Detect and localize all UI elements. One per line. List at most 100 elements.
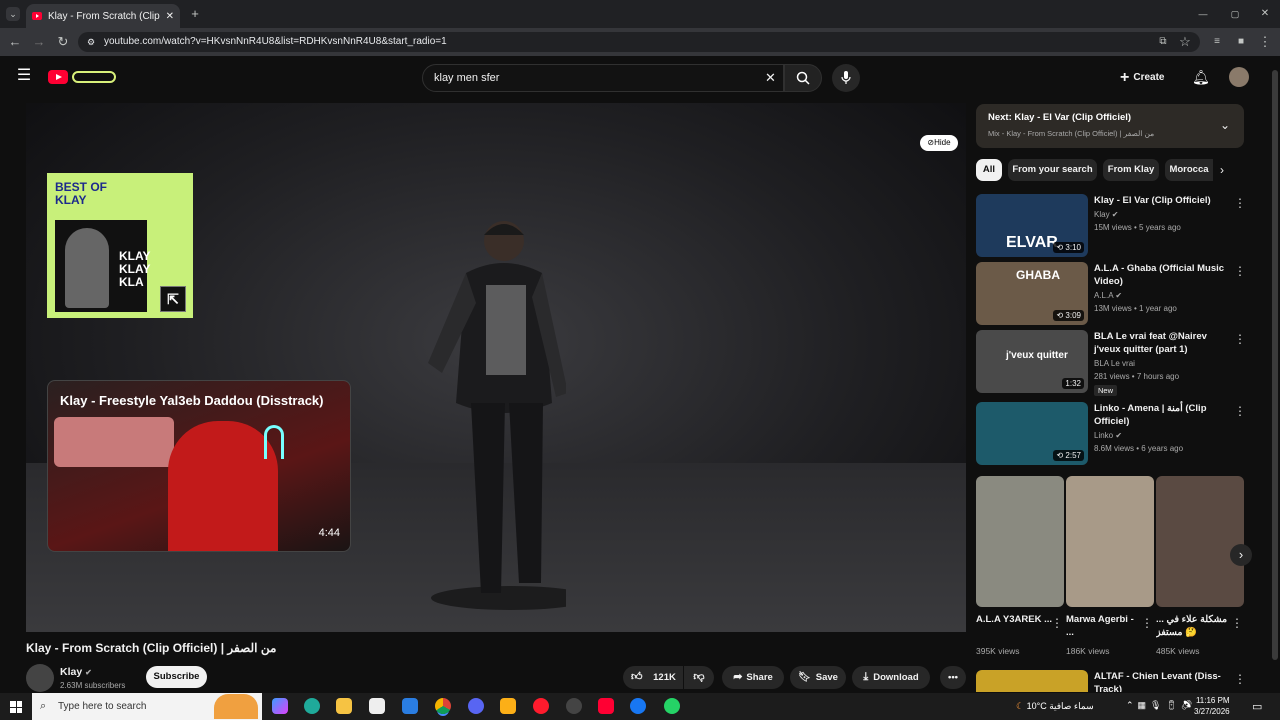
youtube-logo[interactable] xyxy=(48,69,116,85)
edge-icon[interactable] xyxy=(304,698,320,714)
subscribe-button[interactable]: Subscribe xyxy=(146,666,207,688)
more-vert-icon[interactable]: ⋮ xyxy=(1234,332,1246,346)
store-icon[interactable] xyxy=(369,698,385,714)
clear-search-icon[interactable]: ✕ xyxy=(765,65,776,91)
list-item[interactable]: ALTAF - Chien Levant (Diss-Track) ⋮ xyxy=(976,670,1244,692)
save-button[interactable]: 🔖︎ Save xyxy=(790,666,846,689)
reload-icon[interactable]: ↻ xyxy=(56,35,70,49)
channel-avatar[interactable] xyxy=(26,664,54,692)
reading-list-icon[interactable]: ≡ xyxy=(1210,35,1224,49)
voice-search-button[interactable] xyxy=(832,64,860,92)
hide-cards-button[interactable]: ⊘Hide xyxy=(920,135,958,151)
taskbar-search[interactable]: ⌕ Type here to search xyxy=(32,693,262,720)
facebook-icon[interactable] xyxy=(630,698,646,714)
dislike-button[interactable]: 👎︎ xyxy=(684,666,714,689)
install-icon[interactable]: ⧉ xyxy=(1156,35,1170,49)
channel-name[interactable]: Klay ✔ xyxy=(60,666,92,678)
rec-thumbnail-text: GHABA xyxy=(1016,268,1060,282)
hamburger-menu-icon[interactable]: ☰ xyxy=(16,68,32,84)
like-count: 121K xyxy=(653,672,676,683)
discord-icon[interactable] xyxy=(468,698,484,714)
browser-tab[interactable]: Klay - From Scratch (Clip Officie ✕ xyxy=(26,4,180,28)
short-title: A.L.A Y3AREK ... xyxy=(976,614,1052,625)
new-badge: New xyxy=(1094,385,1118,396)
chevron-down-icon[interactable]: ⌄ xyxy=(1220,118,1230,132)
more-vert-icon[interactable]: ⋮ xyxy=(1141,616,1153,630)
rec-thumbnail: GHABA ⟲ 3:09 xyxy=(976,262,1088,325)
tab-list-icon[interactable]: ⌄ xyxy=(6,7,20,21)
list-item[interactable]: ⟲ 2:57 Linko - Amena | أمنة (Clip Offici… xyxy=(976,402,1246,466)
more-vert-icon[interactable]: ⋮ xyxy=(1234,264,1246,278)
list-item[interactable]: j'veux quitter 1:32 BLA Le vrai feat @Na… xyxy=(976,330,1246,396)
video-player[interactable]: ⊘Hide BEST OF KLAY KLAY KLAY KLA ⇱ Klay -… xyxy=(26,103,966,632)
whatsapp-icon[interactable] xyxy=(664,698,680,714)
more-vert-icon[interactable]: ⋮ xyxy=(1234,196,1246,210)
page-scrollbar[interactable] xyxy=(1272,70,1278,660)
notification-center-icon[interactable]: ▭ xyxy=(1252,700,1262,713)
weather-text: 10°C سماء صافية xyxy=(1026,701,1094,711)
shorts-next-arrow-icon[interactable]: › xyxy=(1230,544,1252,566)
end-card-title: Klay - Freestyle Yal3eb Daddou (Disstrac… xyxy=(60,393,324,408)
file-explorer-icon[interactable] xyxy=(336,698,352,714)
chips-next-arrow-icon[interactable]: › xyxy=(1220,163,1224,177)
avatar[interactable] xyxy=(1229,67,1249,87)
system-tray-icons[interactable]: ⌃▦🎙︎🔋︎🔊︎ xyxy=(1126,700,1196,711)
chip-from-your-search[interactable]: From your search xyxy=(1008,159,1097,181)
more-vert-icon[interactable]: ⋮ xyxy=(1234,672,1244,686)
more-vert-icon[interactable]: ⋮ xyxy=(1234,404,1246,418)
search-button[interactable] xyxy=(784,64,822,92)
weather-widget[interactable]: ☾ 10°C سماء صافية xyxy=(1016,693,1094,720)
tab-title: Klay - From Scratch (Clip Officie xyxy=(48,10,162,22)
browser-tab-bar: ⌄ Klay - From Scratch (Clip Officie ✕ + … xyxy=(0,0,1280,28)
forward-icon[interactable]: → xyxy=(32,35,46,49)
new-tab-icon[interactable]: + xyxy=(188,7,202,21)
up-next-panel[interactable]: Next: Klay - El Var (Clip Officiel) Mix … xyxy=(976,104,1244,148)
video-title: Klay - From Scratch (Clip Officiel) | من… xyxy=(26,641,277,655)
list-item[interactable]: ELVAR ⟲ 3:10 Klay - El Var (Clip Officie… xyxy=(976,194,1246,258)
back-icon[interactable]: ← xyxy=(8,35,22,49)
like-button[interactable]: 👍︎ 121K xyxy=(623,666,683,689)
profile-icon[interactable]: ■ xyxy=(1234,35,1248,49)
notifications-bell-icon[interactable]: 🔔︎ xyxy=(1192,70,1210,84)
site-info-icon[interactable]: ⚙ xyxy=(87,32,95,52)
close-window-icon[interactable]: ✕ xyxy=(1258,7,1272,21)
plus-icon: + xyxy=(1120,69,1130,86)
more-actions-button[interactable]: ••• xyxy=(940,666,966,689)
windows-start-icon[interactable] xyxy=(10,701,22,713)
end-screen-video-card[interactable]: Klay - Freestyle Yal3eb Daddou (Disstrac… xyxy=(47,380,351,552)
windows-taskbar: ⌕ Type here to search ☾ 10°C سماء صافية … xyxy=(0,693,1280,720)
search-input[interactable]: klay men sfer ✕ xyxy=(422,64,784,92)
rec-channel-name: A.L.A xyxy=(1094,291,1114,300)
rockstar-icon[interactable] xyxy=(500,698,516,714)
copilot-icon[interactable] xyxy=(272,698,288,714)
minimize-icon[interactable]: — xyxy=(1196,7,1210,21)
browser-menu-icon[interactable]: ⋮ xyxy=(1258,35,1272,49)
playlist-card[interactable]: BEST OF KLAY KLAY KLAY KLA ⇱ xyxy=(47,173,193,318)
opera-icon[interactable] xyxy=(533,698,549,714)
thumbs-down-icon: 👎︎ xyxy=(693,671,705,683)
taskbar-clock[interactable]: 11:16 PM 3/27/2026 xyxy=(1194,695,1230,717)
maximize-icon[interactable]: ▢ xyxy=(1228,7,1242,21)
mail-icon[interactable] xyxy=(402,698,418,714)
external-link-icon[interactable]: ⇱ xyxy=(160,286,186,312)
more-vert-icon[interactable]: ⋮ xyxy=(1051,616,1063,630)
chatgpt-icon[interactable] xyxy=(566,698,582,714)
address-bar[interactable]: ⚙ youtube.com/watch?v=HKvsnNnR4U8&list=R… xyxy=(78,32,1200,52)
bookmark-star-icon[interactable]: ☆ xyxy=(1178,35,1192,49)
rec-thumbnail xyxy=(976,670,1088,692)
more-vert-icon[interactable]: ⋮ xyxy=(1231,616,1243,630)
chip-from-klay[interactable]: From Klay xyxy=(1103,159,1159,181)
short-thumbnail xyxy=(1156,476,1244,607)
share-button[interactable]: ➦ Share xyxy=(722,666,784,689)
create-button[interactable]: + Create xyxy=(1120,64,1176,92)
chip-all[interactable]: All xyxy=(976,159,1002,181)
youtube-taskbar-icon[interactable] xyxy=(598,698,614,714)
close-tab-icon[interactable]: ✕ xyxy=(166,11,174,22)
rec-meta: 8.6M views • 6 years ago xyxy=(1094,444,1184,453)
short-thumbnail xyxy=(976,476,1064,607)
chrome-icon[interactable] xyxy=(435,698,451,714)
chip-morocca[interactable]: Morocca xyxy=(1165,159,1213,181)
rec-thumbnail-text: ELVAR xyxy=(1006,234,1058,251)
list-item[interactable]: GHABA ⟲ 3:09 A.L.A - Ghaba (Official Mus… xyxy=(976,262,1246,326)
download-button[interactable]: ⤓ Download xyxy=(852,666,930,689)
